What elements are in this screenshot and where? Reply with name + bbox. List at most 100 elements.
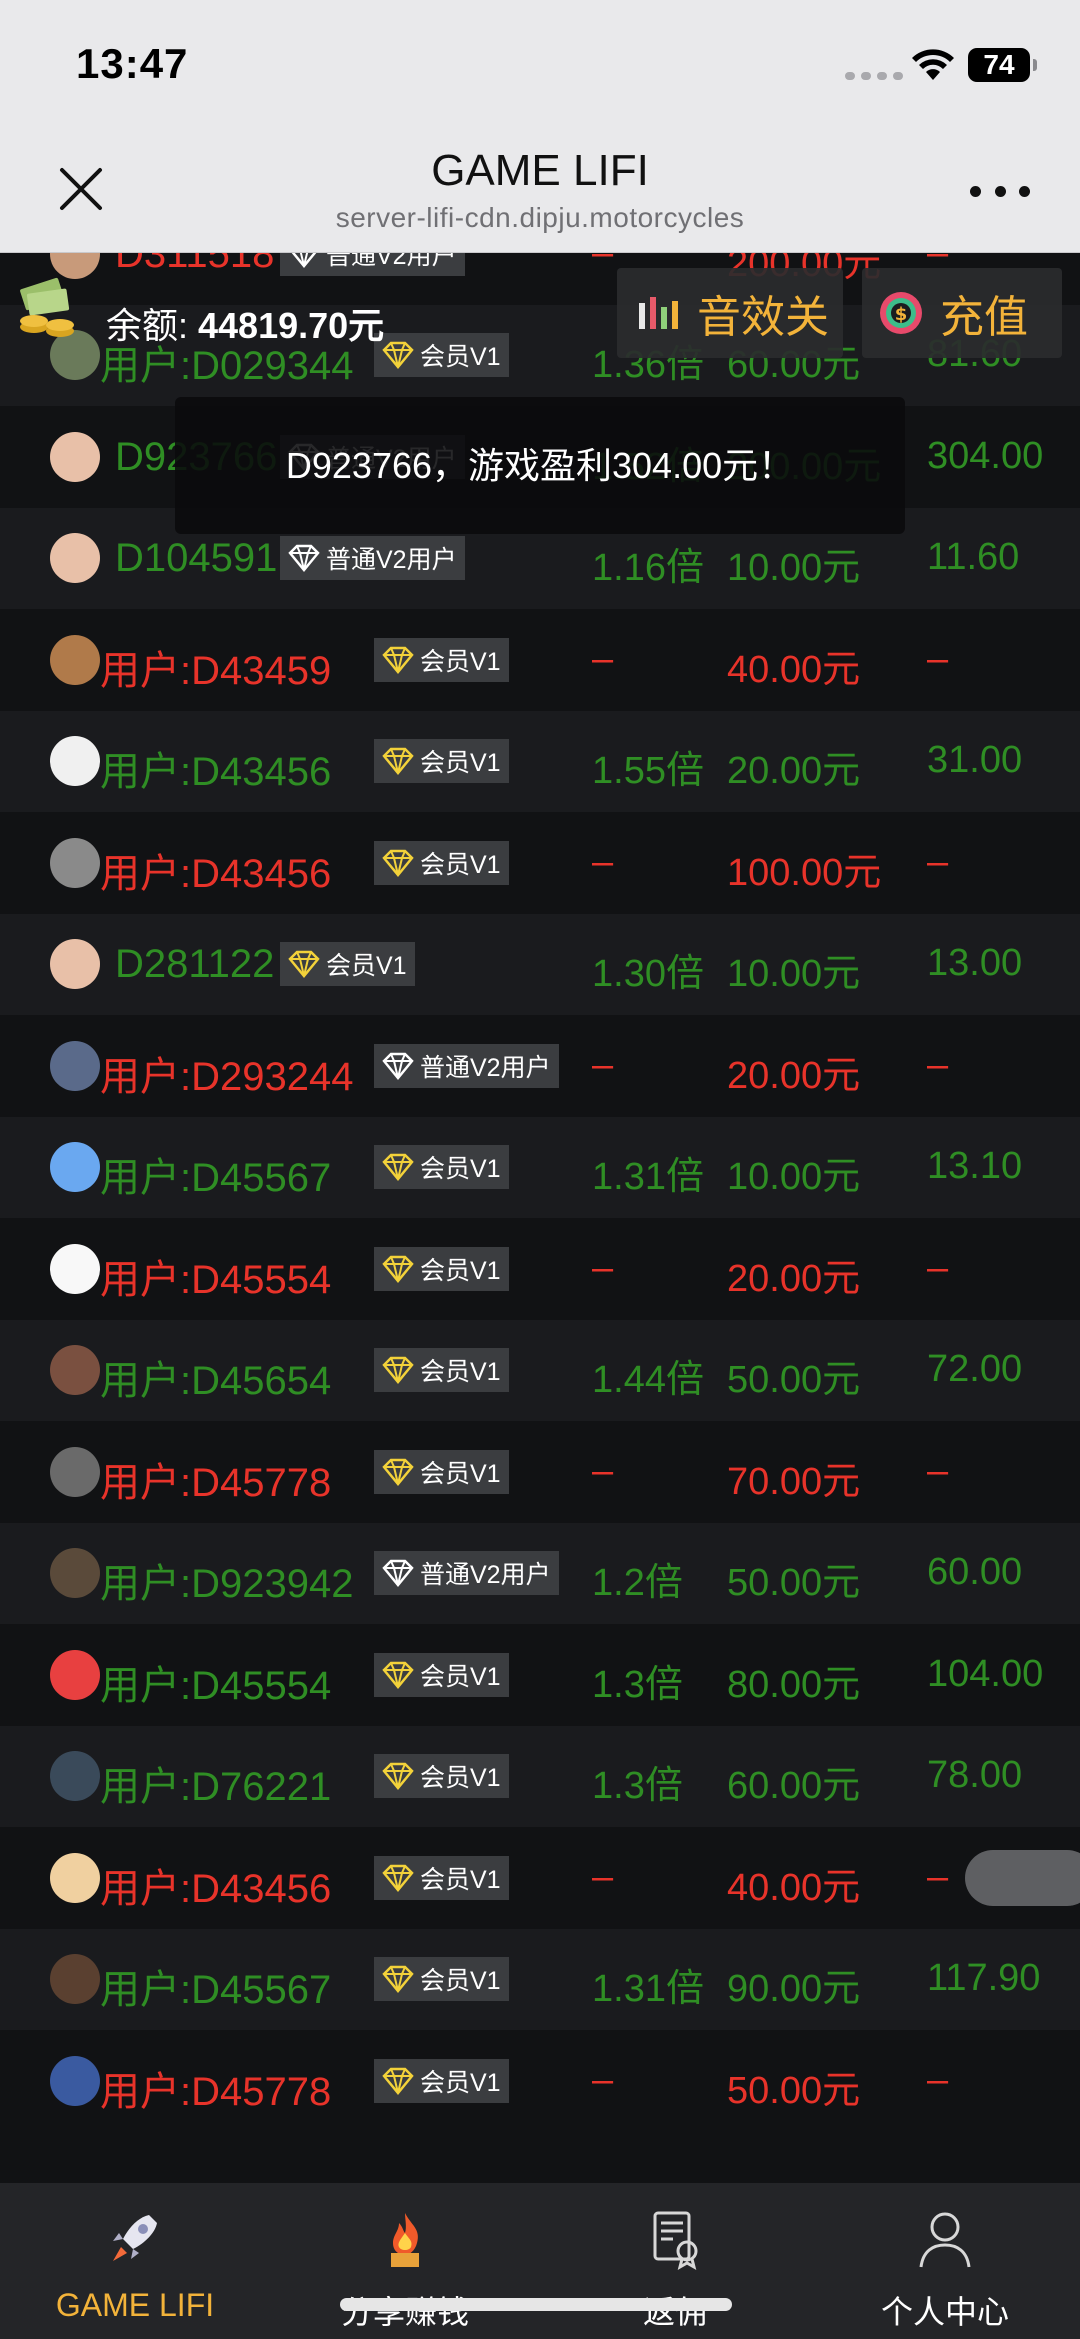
tab-label: 个人中心 — [880, 2294, 1009, 2330]
table-row: 用户:D45778 会员V1 – 70.00元 – — [0, 1421, 1080, 1523]
multiplier: – — [592, 1855, 614, 1898]
balance-label: 余额: — [106, 305, 199, 346]
diamond-icon — [382, 1052, 414, 1080]
more-options-icon[interactable] — [970, 186, 1030, 200]
payout: 104.00 — [927, 1652, 1044, 1695]
multiplier: 1.3倍 — [592, 1765, 683, 1808]
payout: – — [927, 1449, 949, 1492]
username: 用户:D43459 — [100, 648, 332, 693]
username: 用户:D45654 — [100, 1359, 332, 1404]
recharge-button[interactable]: $ 充值 — [862, 268, 1062, 358]
money-stack-icon — [20, 277, 74, 337]
bet-amount: 50.00元 — [727, 2069, 861, 2112]
username: 用户:D43456 — [100, 851, 332, 896]
bet-amount: 100.00元 — [727, 851, 882, 894]
multiplier: 1.31倍 — [592, 1968, 704, 2011]
avatar — [50, 634, 100, 685]
username: 用户:D45778 — [100, 1460, 332, 1505]
member-badge: 会员V1 — [374, 1348, 509, 1393]
status-time: 13:47 — [76, 40, 189, 87]
table-row: 用户:D923942 普通V2用户 1.2倍 50.00元 60.00 — [0, 1522, 1080, 1624]
payout: – — [927, 1246, 949, 1289]
payout: – — [927, 840, 949, 883]
payout: – — [927, 2058, 949, 2101]
diamond-icon — [288, 951, 320, 979]
bet-amount: 70.00元 — [727, 1460, 861, 1503]
avatar — [50, 1548, 100, 1599]
table-row: 用户:D45654 会员V1 1.44倍 50.00元 72.00 — [0, 1319, 1080, 1421]
badge-label: 普通V2用户 — [420, 1561, 551, 1590]
avatar — [50, 1751, 100, 1802]
diamond-icon — [382, 1661, 414, 1689]
balance-text: 余额: 44819.70元 — [106, 297, 384, 349]
page-title: GAME LIFI — [431, 146, 649, 195]
member-badge: 会员V1 — [374, 1449, 509, 1494]
payout: 11.60 — [927, 536, 1020, 579]
badge-label: 会员V1 — [420, 2068, 501, 2097]
username: 用户:D76221 — [100, 1765, 332, 1810]
multiplier: 1.3倍 — [592, 1663, 683, 1706]
payout: – — [927, 1043, 949, 1086]
multiplier: 1.2倍 — [592, 1562, 683, 1605]
username: 用户:D45778 — [100, 2069, 332, 2114]
badge-label: 会员V1 — [326, 952, 407, 981]
payout: 304.00 — [927, 434, 1044, 477]
flame-gift-icon — [391, 2213, 419, 2267]
table-row: 用户:D45778 会员V1 – 50.00元 – — [0, 2030, 1080, 2132]
username: 用户:D45567 — [100, 1968, 332, 2013]
battery-icon: 74 — [968, 48, 1037, 82]
diamond-icon — [382, 646, 414, 674]
username: D281122 — [115, 942, 275, 987]
payout: 117.90 — [927, 1957, 1041, 2000]
wifi-icon — [912, 49, 954, 80]
multiplier: 1.30倍 — [592, 953, 704, 996]
payout: – — [927, 1855, 949, 1898]
bet-amount: 20.00元 — [727, 1257, 861, 1300]
game-record-list[interactable]: D311518普通V2用户–200.00元–用户:D029344会员V11.36… — [0, 253, 1080, 2183]
multiplier: 1.16倍 — [592, 547, 704, 590]
sound-toggle-button[interactable]: 音效关 — [617, 268, 843, 358]
member-badge: 会员V1 — [374, 1246, 509, 1291]
bet-amount: 90.00元 — [727, 1968, 861, 2011]
tab-profile[interactable]: 个人中心 — [810, 2183, 1080, 2339]
payout: 60.00 — [927, 1551, 1023, 1594]
multiplier: – — [592, 2058, 614, 2101]
multiplier: – — [592, 840, 614, 883]
avatar — [50, 736, 100, 787]
bet-amount: 50.00元 — [727, 1562, 861, 1605]
badge-label: 会员V1 — [420, 1967, 501, 1996]
table-row: D281122 会员V1 1.30倍 10.00元 13.00 — [0, 913, 1080, 1015]
member-badge: 普通V2用户 — [374, 1551, 559, 1596]
badge-label: 会员V1 — [420, 1358, 501, 1387]
member-badge: 会员V1 — [374, 1652, 509, 1697]
nav-header: GAME LIFI server-lifi-cdn.dipju.motorcyc… — [0, 130, 1080, 253]
tab-game-lifi[interactable]: GAME LIFI — [0, 2183, 270, 2339]
bet-amount: 10.00元 — [727, 1156, 861, 1199]
badge-label: 会员V1 — [420, 1459, 501, 1488]
multiplier: 1.44倍 — [592, 1359, 704, 1402]
member-badge: 会员V1 — [374, 637, 509, 682]
member-badge: 会员V1 — [374, 1855, 509, 1900]
username: 用户:D45554 — [100, 1257, 332, 1302]
tab-share-earn[interactable]: 分享赚钱 — [270, 2183, 540, 2339]
username: 用户:D43456 — [100, 1866, 332, 1911]
multiplier: 1.55倍 — [592, 750, 704, 793]
payout: – — [927, 637, 949, 680]
payout: 78.00 — [927, 1754, 1023, 1797]
floating-handle[interactable] — [965, 1850, 1080, 1906]
avatar — [50, 1040, 100, 1091]
multiplier: 1.31倍 — [592, 1156, 704, 1199]
tab-commission[interactable]: 返佣 — [540, 2183, 810, 2339]
avatar — [50, 2055, 100, 2106]
avatar — [50, 1649, 100, 1700]
username: D104591 — [115, 536, 278, 581]
avatar — [50, 431, 100, 482]
tab-label: GAME LIFI — [55, 2287, 215, 2323]
badge-label: 会员V1 — [420, 749, 501, 778]
username: 用户:D45567 — [100, 1156, 332, 1201]
table-row: 用户:D45567 会员V1 1.31倍 10.00元 13.10 — [0, 1116, 1080, 1218]
home-indicator[interactable] — [340, 2298, 732, 2311]
avatar — [50, 1243, 100, 1294]
diamond-icon — [382, 1560, 414, 1588]
avatar — [50, 1446, 100, 1497]
